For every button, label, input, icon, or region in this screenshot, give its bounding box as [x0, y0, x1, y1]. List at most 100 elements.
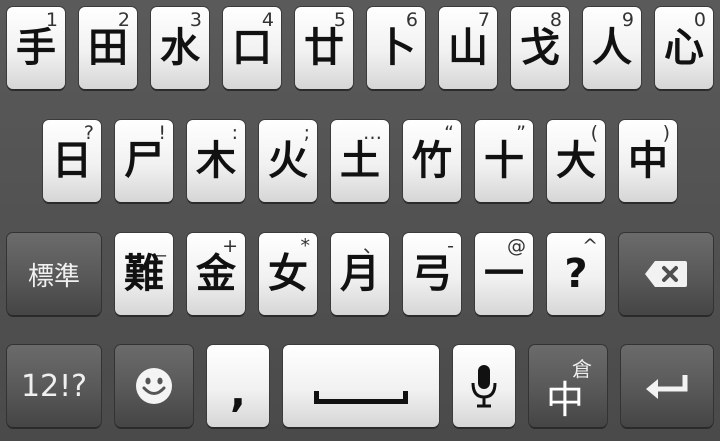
key-hint: 6: [405, 9, 418, 31]
key-char: 人: [592, 25, 632, 71]
key-hint: ): [662, 122, 670, 144]
space-icon: [314, 391, 408, 404]
key-shou[interactable]: 手 1: [7, 7, 65, 89]
key-char: 難: [124, 251, 164, 297]
key-yue[interactable]: 月 、: [331, 233, 389, 315]
key-hint: 9: [621, 9, 634, 31]
key-char: 廿: [304, 25, 344, 71]
key-mu[interactable]: 木 :: [187, 120, 245, 202]
key-nv[interactable]: 女 *: [259, 233, 317, 315]
key-hint: 4: [261, 9, 274, 31]
key-hint: !: [158, 122, 166, 144]
input-method-small-label: 倉: [572, 357, 592, 381]
key-char: 山: [448, 25, 488, 71]
key-hint: …: [363, 122, 382, 144]
keyboard-row-4: 12!? , 倉 中: [0, 345, 720, 431]
key-zhong[interactable]: 中 ): [619, 120, 677, 202]
key-da[interactable]: 大 (: [547, 120, 605, 202]
key-jin[interactable]: 金 +: [187, 233, 245, 315]
key-shui[interactable]: 水 3: [151, 7, 209, 89]
key-char: 心: [664, 25, 704, 71]
key-hint: 、: [362, 235, 382, 257]
key-hint: 7: [477, 9, 490, 31]
key-ren[interactable]: 人 9: [583, 7, 641, 89]
comma-label: ,: [230, 366, 246, 416]
key-char: 大: [556, 138, 596, 184]
microphone-icon: [469, 363, 499, 409]
symbols-label: 12!?: [20, 368, 88, 404]
key-zhu[interactable]: 竹 “: [403, 120, 461, 202]
keyboard-row-3: 標準 難 _ 金 + 女 * 月 、 弓 - 一 @ ? ^: [0, 233, 720, 319]
emoji-key[interactable]: [115, 345, 193, 427]
key-hint: 3: [189, 9, 202, 31]
key-shi-ten[interactable]: 十 ”: [475, 120, 533, 202]
key-hint: (: [590, 122, 598, 144]
symbols-key[interactable]: 12!?: [7, 345, 101, 427]
input-method-key[interactable]: 倉 中: [529, 345, 607, 427]
key-char: 一: [484, 251, 524, 297]
key-xin[interactable]: 心 0: [655, 7, 713, 89]
key-hint: “: [444, 122, 454, 144]
key-hint: 5: [333, 9, 346, 31]
virtual-keyboard: 手 1 田 2 水 3 口 4 廿 5 卜 6 山 7 戈 8 人 9 心 0 …: [0, 0, 720, 441]
key-char: 土: [340, 138, 380, 184]
key-char: 卜: [376, 25, 416, 71]
key-hint: 8: [549, 9, 562, 31]
backspace-icon: [643, 259, 689, 289]
key-char: ?: [564, 251, 588, 297]
key-char: 竹: [412, 138, 452, 184]
key-char: 田: [88, 25, 128, 71]
key-hint: 0: [693, 9, 706, 31]
input-method-big-label: 中: [545, 378, 584, 422]
key-hint: 1: [45, 9, 58, 31]
key-char: 女: [268, 251, 308, 297]
key-char: 月: [340, 251, 380, 297]
key-char: 中: [628, 138, 668, 184]
key-kou[interactable]: 口 4: [223, 7, 281, 89]
key-hint: ^: [582, 235, 598, 257]
key-char: 金: [196, 251, 236, 297]
enter-icon: [643, 371, 691, 401]
key-tian[interactable]: 田 2: [79, 7, 137, 89]
backspace-key[interactable]: [619, 233, 713, 315]
key-char: 火: [268, 138, 308, 184]
key-ge[interactable]: 戈 8: [511, 7, 569, 89]
key-char: 尸: [124, 138, 164, 184]
key-char: 戈: [520, 25, 560, 71]
key-tu[interactable]: 土 …: [331, 120, 389, 202]
key-question[interactable]: ? ^: [547, 233, 605, 315]
space-key[interactable]: [283, 345, 439, 427]
key-hint: :: [231, 122, 238, 144]
key-bu[interactable]: 卜 6: [367, 7, 425, 89]
key-yi[interactable]: 一 @: [475, 233, 533, 315]
key-hint: -: [447, 235, 454, 257]
key-char: 木: [196, 138, 236, 184]
key-huo[interactable]: 火 ;: [259, 120, 317, 202]
key-char: 口: [232, 25, 272, 71]
key-hint: ”: [516, 122, 526, 144]
comma-key[interactable]: ,: [207, 345, 269, 427]
enter-key[interactable]: [621, 345, 713, 427]
mode-label: 標準: [27, 261, 80, 292]
key-char: 手: [16, 25, 56, 71]
key-char: 弓: [412, 251, 452, 297]
key-char: 水: [160, 25, 200, 71]
key-ri[interactable]: 日 ?: [43, 120, 101, 202]
key-shi[interactable]: 尸 !: [115, 120, 173, 202]
key-char: 日: [52, 138, 92, 184]
standard-mode-key[interactable]: 標準: [7, 233, 101, 315]
key-hint: 2: [117, 9, 130, 31]
key-hint: ?: [83, 122, 94, 144]
key-hint: @: [507, 235, 526, 257]
keyboard-row-2: 日 ? 尸 ! 木 : 火 ; 土 … 竹 “ 十 ” 大 (中): [0, 120, 720, 206]
key-shan[interactable]: 山 7: [439, 7, 497, 89]
key-hint: *: [300, 235, 311, 257]
key-hint: _: [156, 235, 167, 257]
key-gong[interactable]: 弓 -: [403, 233, 461, 315]
key-nan[interactable]: 難 _: [115, 233, 173, 315]
key-nian[interactable]: 廿 5: [295, 7, 353, 89]
key-hint: ;: [303, 122, 310, 144]
microphone-key[interactable]: [453, 345, 515, 427]
key-char: 十: [484, 138, 524, 184]
keyboard-row-1: 手 1 田 2 水 3 口 4 廿 5 卜 6 山 7 戈 8 人 9 心 0: [0, 7, 720, 93]
